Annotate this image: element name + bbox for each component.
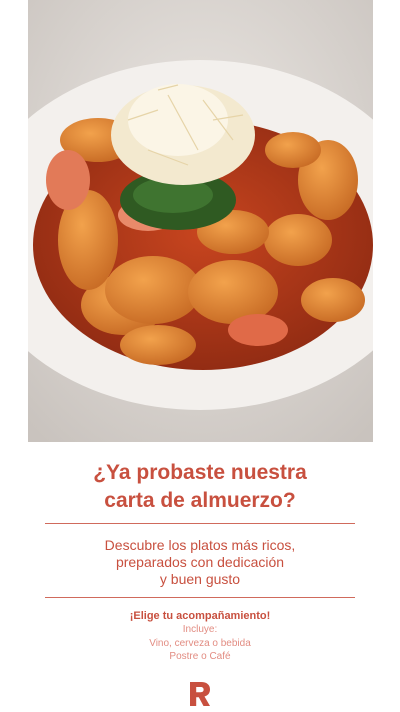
description-line-1: Descubre los platos más ricos, xyxy=(104,537,296,553)
includes-list: Incluye: Vino, cerveza o bebida Postre o… xyxy=(40,623,360,664)
divider-top xyxy=(45,523,355,524)
gnocchi-image xyxy=(28,0,373,442)
includes-item-drink: Vino, cerveza o bebida xyxy=(149,637,251,649)
headline: ¿Ya probaste nuestra carta de almuerzo? xyxy=(20,459,380,515)
headline-line-2: carta de almuerzo? xyxy=(104,489,296,512)
description-line-3: y buen gusto xyxy=(159,571,241,587)
r-logo-icon xyxy=(188,681,212,707)
description-line-2: preparados con dedicación xyxy=(115,554,285,570)
side-dish-callout: ¡Elige tu acompañamiento! xyxy=(129,610,271,622)
divider-bottom xyxy=(45,597,355,598)
headline-line-1: ¿Ya probaste nuestra xyxy=(93,461,307,484)
dish-photo xyxy=(28,0,373,442)
description: Descubre los platos más ricos, preparado… xyxy=(40,537,360,588)
includes-title: Incluye: xyxy=(182,624,218,635)
includes-item-dessert: Postre o Café xyxy=(169,651,231,662)
